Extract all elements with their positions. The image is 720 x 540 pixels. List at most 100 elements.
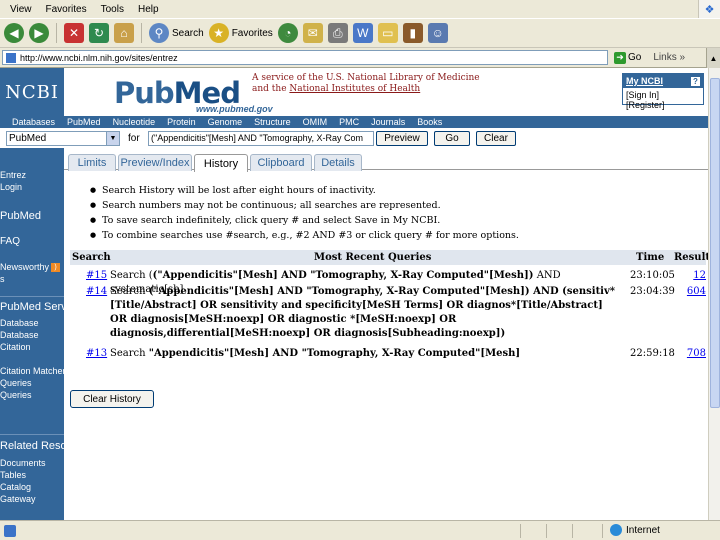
search-button[interactable]: ⚲ Search (149, 23, 204, 43)
messenger-icon[interactable]: ☺ (427, 23, 448, 43)
column-header-search: Search (72, 252, 111, 263)
menu-view[interactable]: View (10, 4, 32, 15)
sidebar-heading-services: PubMed Services (0, 301, 64, 313)
nav-protein[interactable]: Protein (161, 117, 202, 127)
query-prefix: Search ( (110, 270, 153, 281)
history-icon[interactable]: ◔ (277, 23, 298, 43)
table-row: #15 Search (("Appendicitis"[Mesh] AND "T… (70, 269, 706, 295)
address-url: http://www.ncbi.nlm.nih.gov/sites/entrez (20, 52, 178, 63)
page-scrollbar[interactable] (708, 68, 720, 520)
menu-tools[interactable]: Tools (101, 4, 124, 15)
clear-history-button[interactable]: Clear History (70, 390, 154, 408)
my-ncbi-link[interactable]: My NCBI (626, 76, 663, 86)
nav-omim[interactable]: OMIM (297, 117, 334, 127)
favorites-label: Favorites (231, 27, 273, 39)
menu-help[interactable]: Help (138, 4, 159, 15)
tab-preview-index[interactable]: Preview/Index (118, 154, 192, 171)
forward-icon[interactable]: ▶ (29, 23, 49, 43)
edit-icon[interactable]: W (352, 23, 373, 43)
nih-link[interactable]: National Institutes of Health (289, 84, 420, 94)
help-icon[interactable]: ? (691, 76, 700, 86)
search-input[interactable]: ("Appendicitis"[Mesh] AND "Tomography, X… (148, 130, 374, 146)
sidebar-item-service[interactable]: Queries (0, 390, 32, 400)
links-label: Links (653, 52, 677, 63)
sidebar-item-newsworthy-cont[interactable]: s (0, 274, 5, 284)
sidebar-item-service[interactable]: Queries (0, 378, 32, 388)
nav-genome[interactable]: Genome (202, 117, 249, 127)
sidebar-item-newsworthy[interactable]: Newsworthy) (0, 262, 61, 273)
history-table: Search Most Recent Queries Time Result #… (70, 250, 710, 359)
scrollbar-thumb[interactable] (710, 78, 720, 408)
table-row: #13 Search "Appendicitis"[Mesh] AND "Tom… (70, 347, 706, 361)
result-count-link[interactable]: 12 (693, 269, 706, 283)
back-icon[interactable]: ◀ (4, 23, 24, 43)
browser-toolbar: ◀ ▶ ✕ ↻ ⌂ ⚲ Search ★ Favorites ◔ ✉ ⎙ W ▭… (0, 18, 720, 48)
sidebar-item-service[interactable]: Citation (0, 342, 31, 352)
main-content: Limits Preview/Index History Clipboard D… (64, 148, 710, 520)
ncbi-logo[interactable]: NCBI (0, 68, 64, 116)
tab-bar: Limits Preview/Index History Clipboard D… (64, 152, 708, 172)
nav-pubmed[interactable]: PubMed (61, 117, 107, 127)
service-line-2: and the National Institutes of Health (252, 84, 480, 95)
result-count-link[interactable]: 708 (687, 347, 706, 361)
database-select-value: PubMed (9, 132, 47, 144)
favorites-button[interactable]: ★ Favorites (208, 23, 273, 43)
go-search-button[interactable]: Go (434, 130, 470, 146)
menu-favorites[interactable]: Favorites (46, 4, 87, 15)
sidebar-item-service[interactable]: Database (0, 330, 39, 340)
folder-icon[interactable]: ▭ (377, 23, 398, 43)
clear-button[interactable]: Clear (476, 130, 516, 146)
note-item: To save search indefinitely, click query… (90, 213, 519, 228)
search-label: Search (172, 27, 204, 39)
sidebar-item-resource[interactable]: Documents (0, 458, 46, 468)
tab-clipboard[interactable]: Clipboard (250, 154, 312, 171)
sidebar-item-resource[interactable]: Gateway (0, 494, 36, 504)
tab-history[interactable]: History (194, 154, 248, 172)
sidebar-item-citation-matcher[interactable]: Citation Matcher (0, 366, 64, 376)
query-number-link[interactable]: #13 (86, 347, 107, 361)
toolbar-divider (56, 23, 57, 43)
preview-button[interactable]: Preview (376, 130, 428, 146)
sidebar-item-entrez[interactable]: Entrez (0, 170, 26, 180)
print-icon[interactable]: ⎙ (327, 23, 348, 43)
database-select[interactable]: PubMed ▼ (6, 130, 120, 146)
sidebar-item-resource[interactable]: Catalog (0, 482, 31, 492)
nav-journals[interactable]: Journals (365, 117, 411, 127)
stop-icon[interactable]: ✕ (64, 23, 84, 43)
address-input[interactable]: http://www.ncbi.nlm.nih.gov/sites/entrez (2, 50, 608, 65)
query-number-link[interactable]: #15 (86, 269, 107, 283)
rss-icon: ) (51, 263, 61, 273)
column-header-result: Result (674, 252, 710, 263)
sidebar-item-resource[interactable]: Tables (0, 470, 26, 480)
nav-structure[interactable]: Structure (248, 117, 297, 127)
note-item: Search History will be lost after eight … (90, 183, 519, 198)
query-number-link[interactable]: #14 (86, 285, 107, 299)
nav-pmc[interactable]: PMC (333, 117, 365, 127)
sidebar-item-pubmed[interactable]: PubMed (0, 210, 41, 222)
research-icon[interactable]: ▮ (402, 23, 423, 43)
nav-databases[interactable]: Databases (6, 117, 61, 127)
query-time: 23:04:39 (630, 286, 675, 297)
home-icon[interactable]: ⌂ (114, 23, 134, 43)
query-terms: ("Appendicitis"[Mesh] AND "Tomography, X… (110, 286, 616, 339)
go-button[interactable]: ➜ Go (614, 51, 641, 64)
links-button[interactable]: Links » (653, 52, 685, 63)
newsworthy-label: Newsworthy (0, 262, 50, 272)
nav-nucleotide[interactable]: Nucleotide (107, 117, 162, 127)
history-table-header: Search Most Recent Queries Time Result (70, 250, 710, 265)
security-zone: Internet (610, 524, 660, 536)
sidebar-item-service[interactable]: Database (0, 318, 39, 328)
nav-books[interactable]: Books (411, 117, 448, 127)
refresh-icon[interactable]: ↻ (89, 23, 109, 43)
table-row: #14 Search ("Appendicitis"[Mesh] AND "To… (70, 285, 706, 343)
star-icon: ★ (208, 23, 229, 43)
sidebar-item-faq[interactable]: FAQ (0, 236, 20, 247)
result-count-link[interactable]: 604 (687, 285, 706, 299)
mail-icon[interactable]: ✉ (302, 23, 323, 43)
tab-details[interactable]: Details (314, 154, 362, 171)
note-item: To combine searches use #search, e.g., #… (90, 228, 519, 243)
sign-in-register-link[interactable]: [Sign In] [Register] (623, 88, 703, 112)
sidebar-item-login[interactable]: Login (0, 182, 22, 192)
tab-limits[interactable]: Limits (68, 154, 116, 171)
scroll-up-icon[interactable]: ▲ (706, 48, 720, 68)
